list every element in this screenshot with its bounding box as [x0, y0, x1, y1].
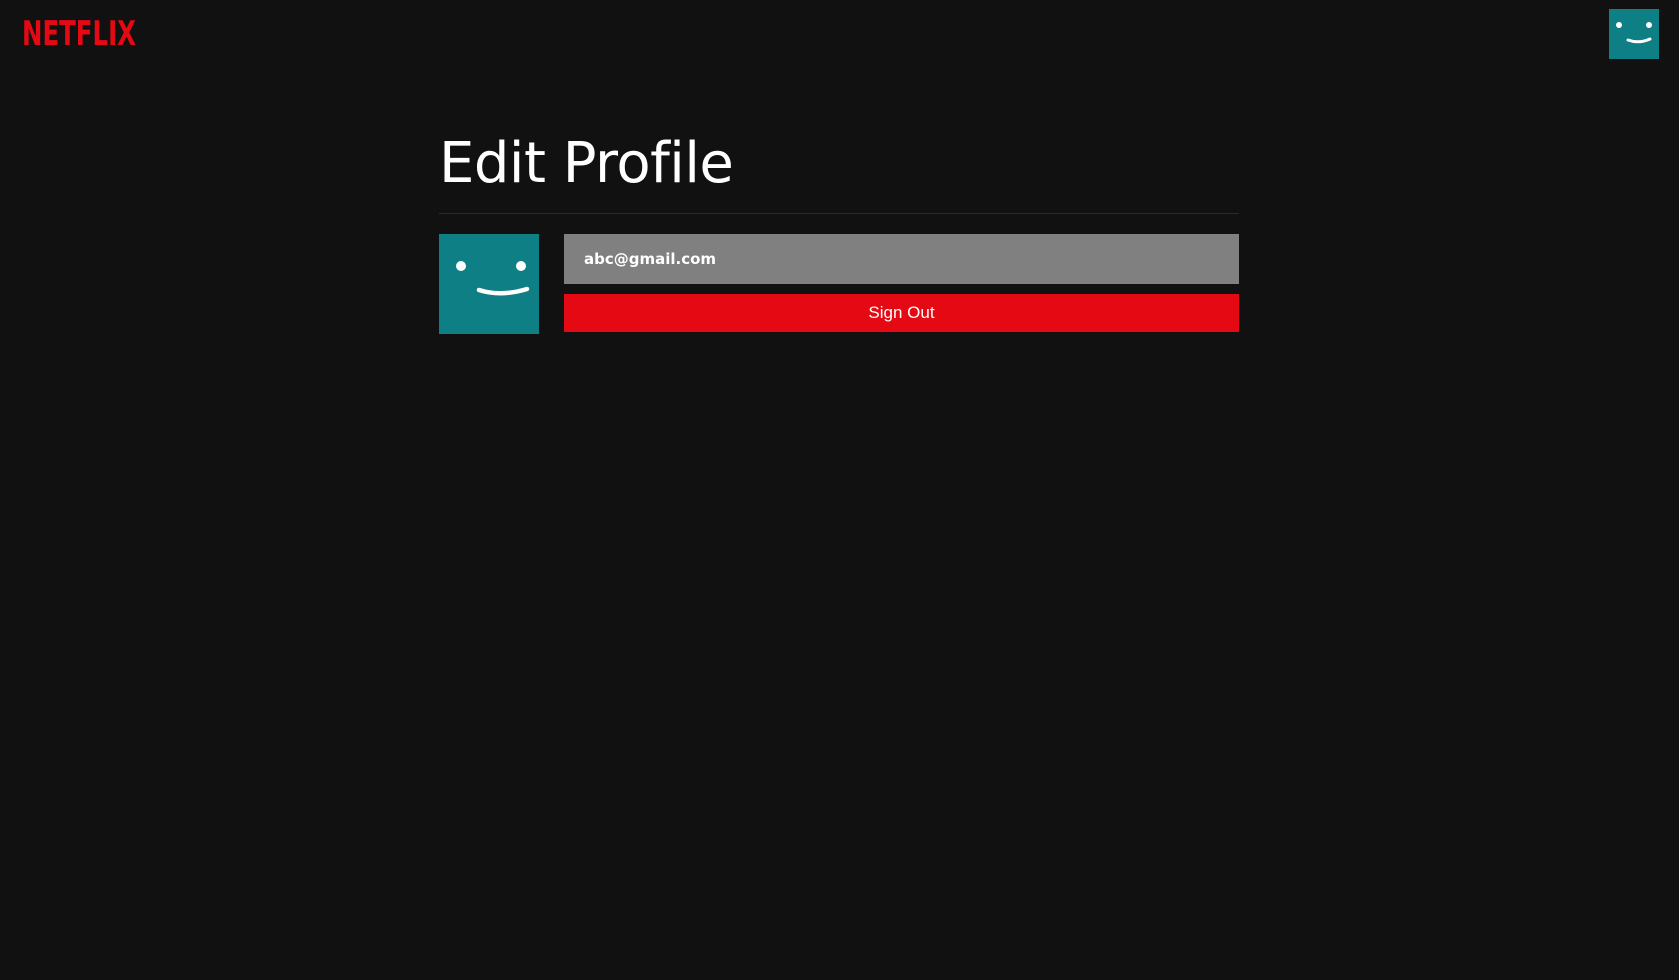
profile-details: abc@gmail.com Sign Out	[439, 234, 1239, 334]
smiley-face-icon	[1616, 22, 1652, 44]
page-title: Edit Profile	[439, 131, 734, 196]
sign-out-button[interactable]: Sign Out	[564, 294, 1239, 332]
top-nav: NETFLIX	[0, 0, 1679, 70]
profile-avatar	[439, 234, 539, 334]
netflix-logo-text: NETFLIX	[22, 14, 136, 52]
page: NETFLIX Edit Profile abc@gmail.com Sign …	[0, 0, 1679, 980]
title-divider	[439, 213, 1239, 214]
nav-avatar-icon[interactable]	[1609, 9, 1659, 59]
edit-profile-section: Edit Profile abc@gmail.com Sign Out	[439, 131, 1239, 334]
netflix-logo[interactable]: NETFLIX	[22, 12, 136, 52]
smiley-face-icon	[456, 261, 530, 296]
email-display: abc@gmail.com	[564, 234, 1239, 284]
